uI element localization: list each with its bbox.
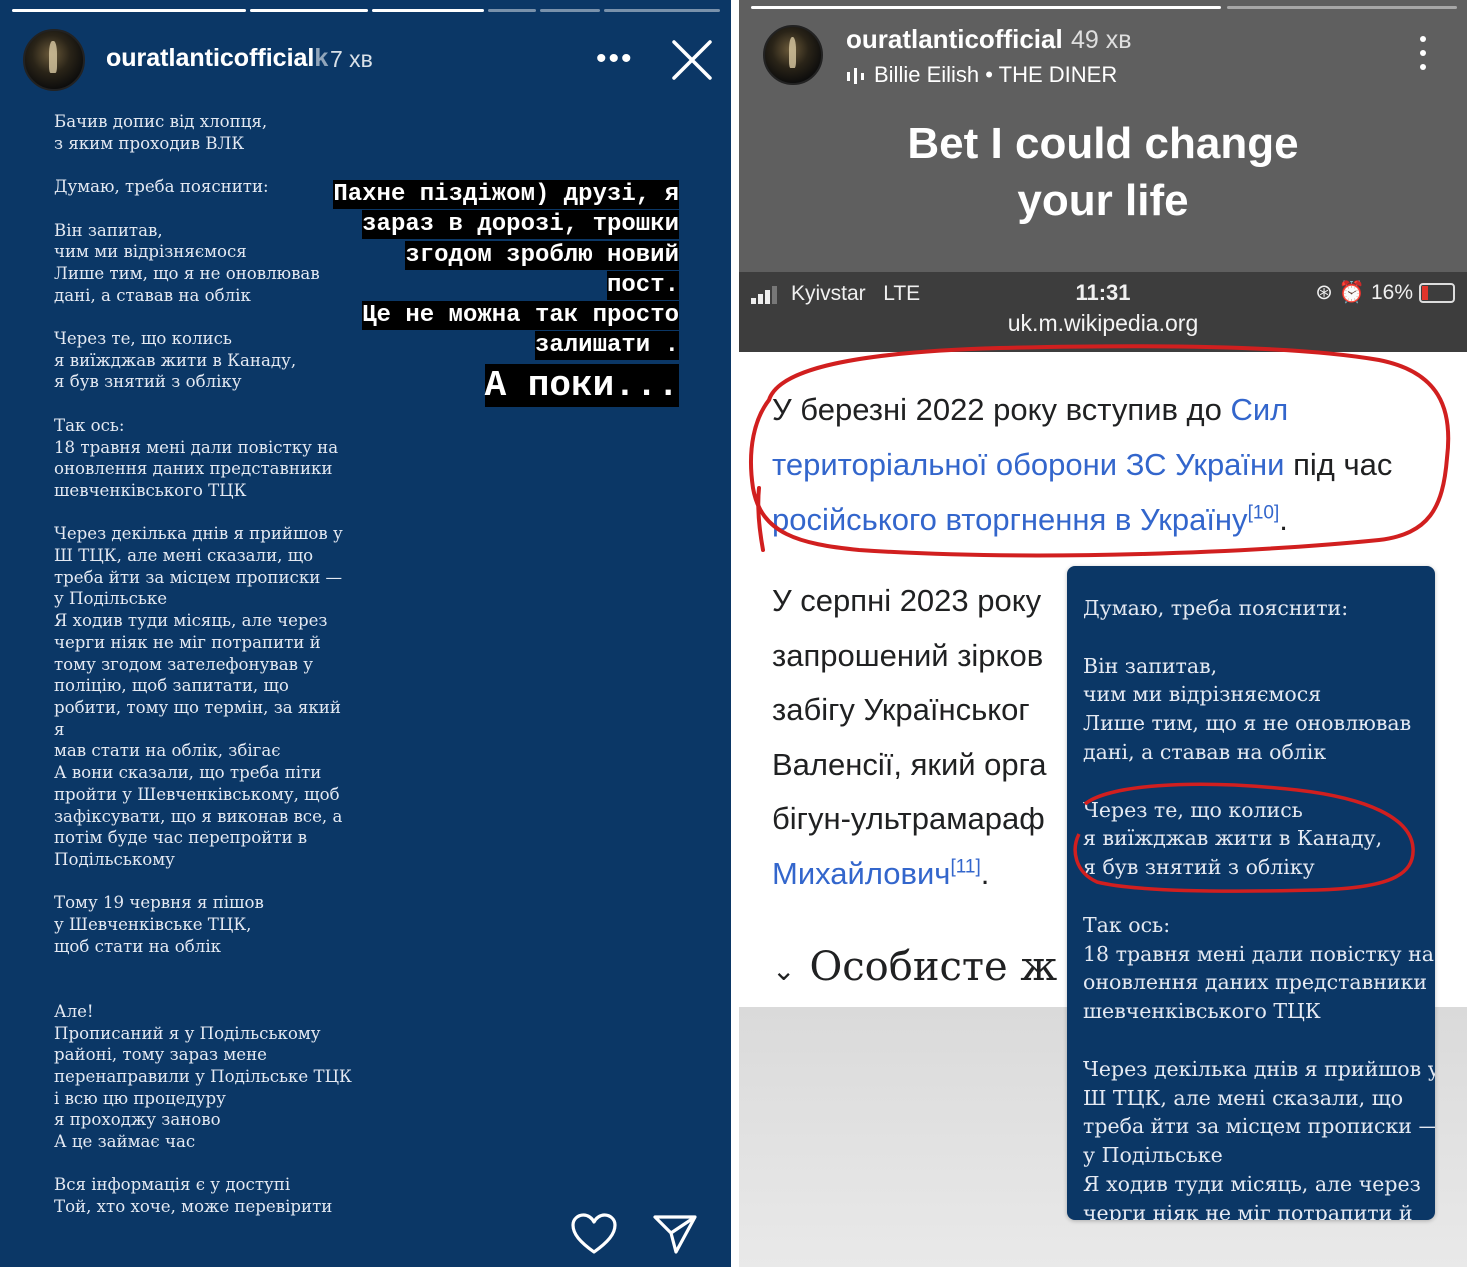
- wiki-reference[interactable]: [10]: [1248, 503, 1280, 524]
- wiki-link[interactable]: російського вторгнення в Україну: [772, 502, 1248, 537]
- right-story-panel: ouratlanticofficial 49 хв Billie Eilish …: [739, 0, 1467, 1267]
- wiki-text: під час: [1284, 447, 1393, 482]
- story-screenshot-card: Думаю, треба пояснити: Він запитав, чим …: [1067, 566, 1435, 1220]
- story-progress-segment: [540, 9, 600, 12]
- story-progress-segment: [372, 9, 484, 12]
- overlay-big-line: А поки...: [484, 363, 679, 407]
- overlay-line: Це не можна так просто: [362, 301, 679, 331]
- battery-percent: 16%: [1370, 280, 1413, 304]
- wiki-line: Валенсії, який орга: [772, 746, 1047, 782]
- avatar[interactable]: [763, 25, 823, 85]
- avatar[interactable]: [23, 29, 85, 91]
- wiki-line: У серпні 2023 року: [772, 583, 1042, 618]
- wiki-line: забігу Українськог: [772, 692, 1030, 727]
- wiki-link[interactable]: Михайлович: [772, 856, 950, 891]
- overlay-line: зараз в дорозі, трошки: [362, 210, 679, 240]
- story-music-label[interactable]: Billie Eilish • THE DINER: [846, 62, 1117, 88]
- story-header-area: ouratlanticofficial 49 хв Billie Eilish …: [739, 0, 1467, 272]
- wiki-paragraph: У березні 2022 року вступив до Сил терит…: [772, 382, 1422, 547]
- battery-icon: [1419, 282, 1455, 303]
- wiki-reference[interactable]: [11]: [950, 856, 980, 877]
- music-text: Billie Eilish • THE DINER: [874, 62, 1118, 87]
- card-text: Думаю, треба пояснити: Він запитав, чим …: [1083, 596, 1435, 1220]
- overlay-line: згодом зроблю новий: [405, 240, 679, 270]
- story-time: 7 хв: [330, 46, 373, 72]
- music-eq-icon: [847, 68, 864, 85]
- overlay-line: залишати .: [534, 331, 679, 361]
- story-progress-segment: [12, 9, 246, 12]
- overlay-line: Пахне піздіжом) друзі, я: [333, 180, 679, 209]
- story-progress-segment: [488, 9, 536, 12]
- caption-line: Bet I could change: [907, 119, 1299, 168]
- wiki-section-header[interactable]: ⌄ Особисте ж: [772, 944, 1102, 990]
- story-progress-segment: [1227, 6, 1457, 9]
- send-icon[interactable]: [652, 1213, 698, 1255]
- wiki-line: запрошений зірков: [772, 637, 1044, 673]
- battery-status: ⊛ ⏰ 16%: [1315, 280, 1455, 305]
- chevron-down-icon[interactable]: ⌄: [772, 954, 795, 987]
- kebab-icon[interactable]: [1415, 36, 1431, 76]
- wiki-text: .: [980, 855, 990, 891]
- heart-icon[interactable]: [570, 1212, 618, 1256]
- wiki-line: бігун-ультрамараф: [772, 801, 1045, 836]
- story-username[interactable]: ouratlanticofficialk ouratlanticofficial: [106, 44, 328, 73]
- overlay-line: пост.: [606, 270, 679, 300]
- close-icon[interactable]: [670, 38, 714, 82]
- section-title: Особисте ж: [809, 944, 1058, 990]
- story-progress-segment: [250, 9, 368, 12]
- phone-status-bar: Kyivstar LTE 11:31 ⊛ ⏰ 16% uk.m.wikipedi…: [739, 272, 1467, 352]
- wiki-text: .: [1279, 502, 1288, 537]
- wiki-paragraph: У серпні 2023 року запрошений зірков заб…: [772, 574, 1102, 901]
- left-story-panel: ouratlanticofficialk ouratlanticofficial…: [0, 0, 731, 1267]
- wiki-text: У березні 2022 року вступив до: [772, 392, 1231, 427]
- more-icon[interactable]: •••: [596, 42, 634, 76]
- url-bar[interactable]: uk.m.wikipedia.org: [739, 310, 1467, 337]
- story-progress-segment: [751, 6, 1221, 9]
- story-text-overlay: Пахне піздіжом) друзі, я зараз в дорозі,…: [259, 180, 679, 408]
- story-time: 49 хв: [1071, 26, 1132, 54]
- story-caption: Bet I could change your life: [739, 115, 1467, 229]
- lock-rotation-icon: ⊛: [1315, 281, 1333, 304]
- story-username[interactable]: ouratlanticofficial: [846, 24, 1063, 55]
- username-overlap-ghost: ouratlanticofficialk: [106, 44, 329, 72]
- story-progress-segment: [604, 9, 720, 12]
- alarm-icon: ⏰: [1338, 280, 1365, 304]
- caption-line: your life: [1017, 176, 1189, 225]
